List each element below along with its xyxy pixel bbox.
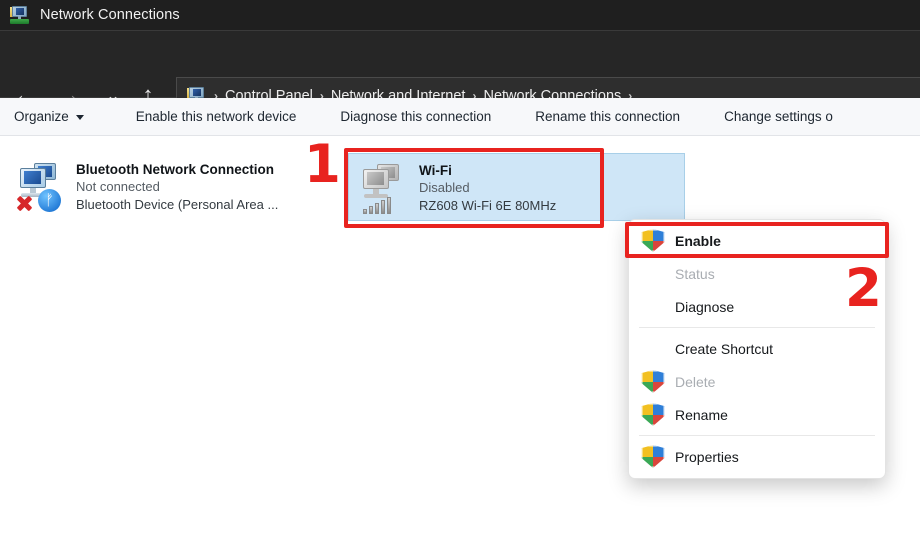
chevron-down-icon — [75, 115, 84, 120]
signal-bars-icon — [363, 194, 393, 214]
annotation-step-2: 2 — [845, 258, 882, 319]
uac-shield-icon — [641, 403, 665, 426]
menu-separator — [639, 327, 875, 328]
menu-item-label: Enable — [675, 232, 721, 249]
network-adapter-icon: ᚠ — [14, 159, 68, 213]
address-bar: ← → ⌄ ↑ › Control Panel › Network and In… — [0, 30, 920, 114]
uac-shield-icon — [641, 229, 665, 252]
bluetooth-badge-icon: ᚠ — [38, 189, 61, 212]
connection-item-wifi[interactable]: Wi-Fi Disabled RZ608 Wi-Fi 6E 80MHz — [348, 153, 685, 221]
diagnose-this-connection-button[interactable]: Diagnose this connection — [340, 109, 491, 124]
network-connections-icon — [10, 6, 30, 24]
connection-device: RZ608 Wi-Fi 6E 80MHz — [419, 198, 557, 213]
enable-this-network-device-button[interactable]: Enable this network device — [136, 109, 297, 124]
menu-item-label: Properties — [675, 448, 739, 465]
menu-separator — [639, 435, 875, 436]
network-adapter-disabled-icon — [357, 160, 411, 214]
connection-state: Not connected — [76, 179, 160, 194]
menu-item-enable[interactable]: Enable — [629, 224, 885, 257]
organize-menu-button[interactable]: Organize — [14, 109, 84, 124]
command-bar: Organize Enable this network device Diag… — [0, 98, 920, 136]
connection-name: Wi-Fi — [419, 163, 452, 178]
connection-item-bluetooth[interactable]: ᚠ Bluetooth Network Connection Not conne… — [6, 153, 336, 221]
organize-label: Organize — [14, 109, 69, 124]
connection-name: Bluetooth Network Connection — [76, 162, 274, 177]
network-connections-window: Network Connections ← → ⌄ ↑ › Control Pa… — [0, 0, 920, 537]
uac-shield-icon — [641, 370, 665, 393]
red-x-icon — [14, 193, 34, 213]
menu-item-label: Rename — [675, 406, 728, 423]
menu-item-rename[interactable]: Rename — [629, 398, 885, 431]
connection-device: Bluetooth Device (Personal Area ... — [76, 197, 279, 212]
annotation-step-1: 1 — [304, 134, 341, 195]
rename-this-connection-button[interactable]: Rename this connection — [535, 109, 680, 124]
connection-state: Disabled — [419, 180, 470, 195]
menu-item-label: Delete — [675, 373, 716, 390]
title-bar: Network Connections — [0, 0, 920, 30]
change-settings-button[interactable]: Change settings o — [724, 109, 833, 124]
window-title: Network Connections — [40, 7, 180, 23]
menu-item-create-shortcut[interactable]: Create Shortcut — [629, 332, 885, 365]
menu-item-properties[interactable]: Properties — [629, 440, 885, 473]
menu-item-label: Diagnose — [675, 298, 735, 315]
menu-item-delete: Delete — [629, 365, 885, 398]
uac-shield-icon — [641, 445, 665, 468]
menu-item-label: Create Shortcut — [675, 340, 774, 357]
menu-item-label: Status — [675, 265, 715, 282]
